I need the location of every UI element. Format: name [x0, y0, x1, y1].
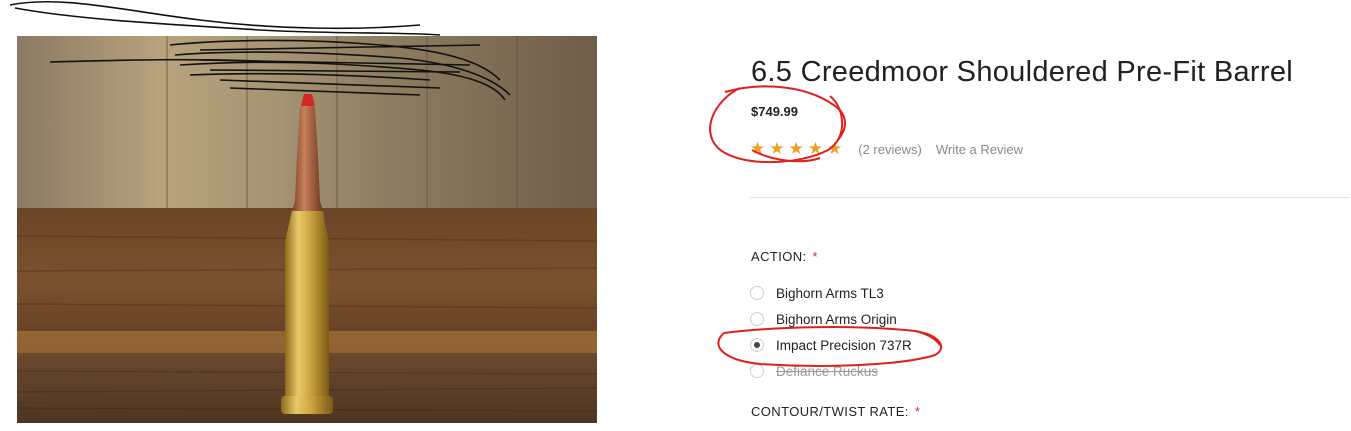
review-count-link[interactable]: (2 reviews) [858, 142, 922, 157]
product-image[interactable] [17, 36, 597, 423]
option-label: Bighorn Arms Origin [776, 311, 897, 327]
action-option-bighorn-origin[interactable]: Bighorn Arms Origin [750, 306, 912, 332]
star-icon: ★ [788, 139, 804, 158]
star-rating: ★ ★ ★ ★ ★ [750, 140, 842, 158]
product-photo-illustration [17, 36, 597, 423]
product-price: $749.99 [751, 104, 798, 119]
action-label-text: ACTION: [751, 249, 807, 264]
option-label: Defiance Ruckus [776, 363, 879, 379]
product-info: 6.5 Creedmoor Shouldered Pre-Fit Barrel … [750, 0, 1351, 431]
action-radio-group: Bighorn Arms TL3 Bighorn Arms Origin Imp… [750, 280, 912, 384]
required-asterisk: * [914, 404, 921, 419]
action-option-bighorn-tl3[interactable]: Bighorn Arms TL3 [750, 280, 912, 306]
option-label: Bighorn Arms TL3 [776, 285, 884, 301]
option-label: Impact Precision 737R [776, 337, 912, 353]
contour-label-text: CONTOUR/TWIST RATE: [751, 404, 909, 419]
write-review-link[interactable]: Write a Review [936, 142, 1023, 157]
radio-button[interactable] [750, 286, 764, 300]
radio-button-disabled[interactable] [750, 364, 764, 378]
star-icon: ★ [750, 139, 766, 158]
action-option-defiance-ruckus[interactable]: Defiance Ruckus [750, 358, 912, 384]
radio-button[interactable] [750, 312, 764, 326]
rating-row: ★ ★ ★ ★ ★ (2 reviews) Write a Review [750, 140, 1023, 158]
contour-option-label: CONTOUR/TWIST RATE: * [751, 404, 920, 419]
radio-button-selected[interactable] [750, 338, 764, 352]
action-option-label: ACTION: * [751, 249, 818, 264]
product-title: 6.5 Creedmoor Shouldered Pre-Fit Barrel [751, 56, 1293, 88]
star-icon: ★ [807, 139, 823, 158]
divider [750, 197, 1350, 198]
star-icon: ★ [827, 139, 843, 158]
action-option-impact-737r[interactable]: Impact Precision 737R [750, 332, 912, 358]
required-asterisk: * [812, 249, 818, 264]
star-icon: ★ [769, 139, 785, 158]
